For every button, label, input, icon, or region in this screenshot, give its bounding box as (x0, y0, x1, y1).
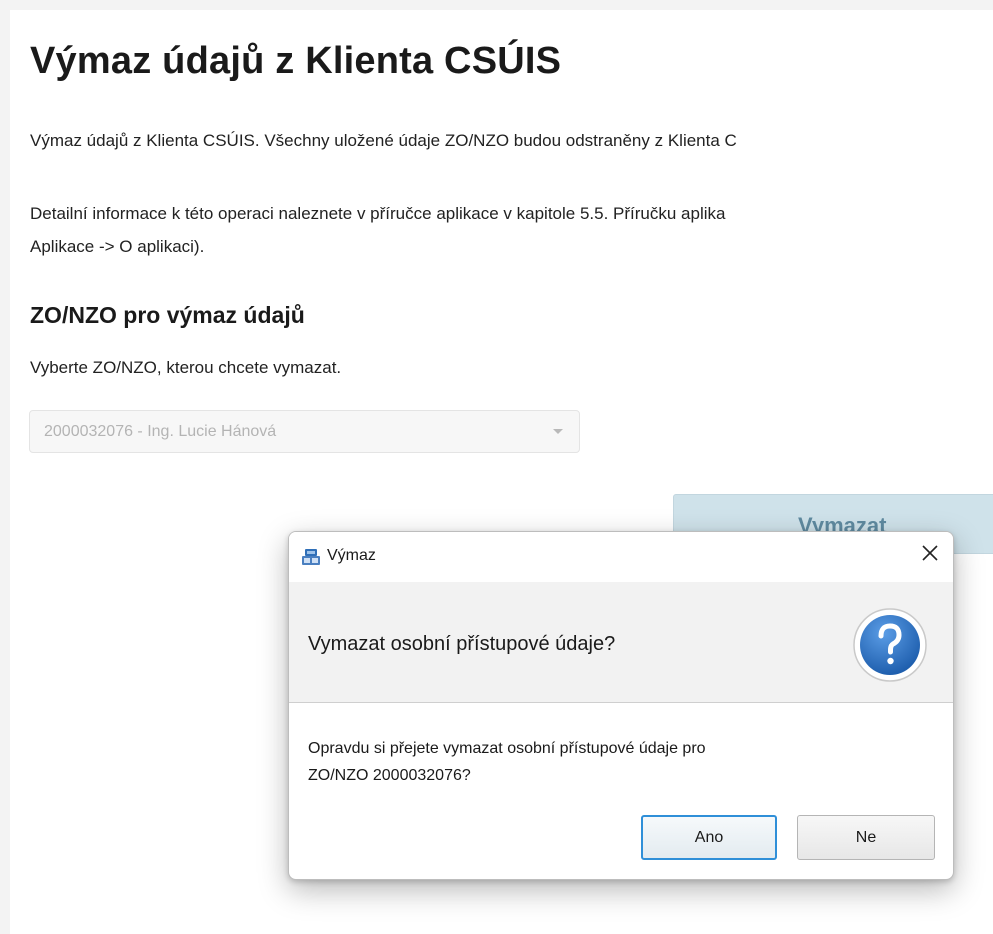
select-value: 2000032076 - Ing. Lucie Hánová (44, 423, 277, 440)
zo-nzo-select[interactable]: 2000032076 - Ing. Lucie Hánová (29, 410, 580, 453)
dialog-question: Vymazat osobní přístupové údaje? (308, 633, 616, 655)
dialog-title: Výmaz (327, 547, 376, 564)
no-button[interactable]: Ne (797, 815, 935, 860)
section-title: ZO/NZO pro výmaz údajů (30, 302, 305, 328)
detail-text-line-2: Aplikace -> O aplikaci). (30, 237, 205, 256)
dialog-header: Vymazat osobní přístupové údaje? (289, 582, 953, 703)
dialog-message: Opravdu si přejete vymazat osobní přístu… (308, 735, 868, 789)
select-hint: Vyberte ZO/NZO, kterou chcete vymazat. (30, 358, 342, 377)
dialog-titlebar[interactable]: Výmaz (289, 532, 953, 582)
intro-text: Výmaz údajů z Klienta CSÚIS. Všechny ulo… (30, 131, 737, 150)
detail-text: Detailní informace k této operaci nalezn… (30, 197, 725, 263)
confirm-dialog: Výmaz Vymazat osobní přístupové údaje? O… (288, 531, 954, 880)
app-icon (302, 549, 320, 565)
app-window: Výmaz údajů z Klienta CSÚIS Výmaz údajů … (0, 0, 993, 934)
close-icon (922, 545, 938, 561)
yes-button[interactable]: Ano (641, 815, 777, 860)
detail-text-line-1: Detailní informace k této operaci nalezn… (30, 204, 726, 223)
question-icon (853, 608, 927, 682)
page-title: Výmaz údajů z Klienta CSÚIS (30, 40, 562, 82)
dialog-message-line-1: Opravdu si přejete vymazat osobní přístu… (308, 740, 706, 757)
dialog-message-line-2: ZO/NZO 2000032076? (308, 767, 471, 784)
chevron-down-icon (553, 429, 563, 434)
close-button[interactable] (907, 532, 953, 578)
